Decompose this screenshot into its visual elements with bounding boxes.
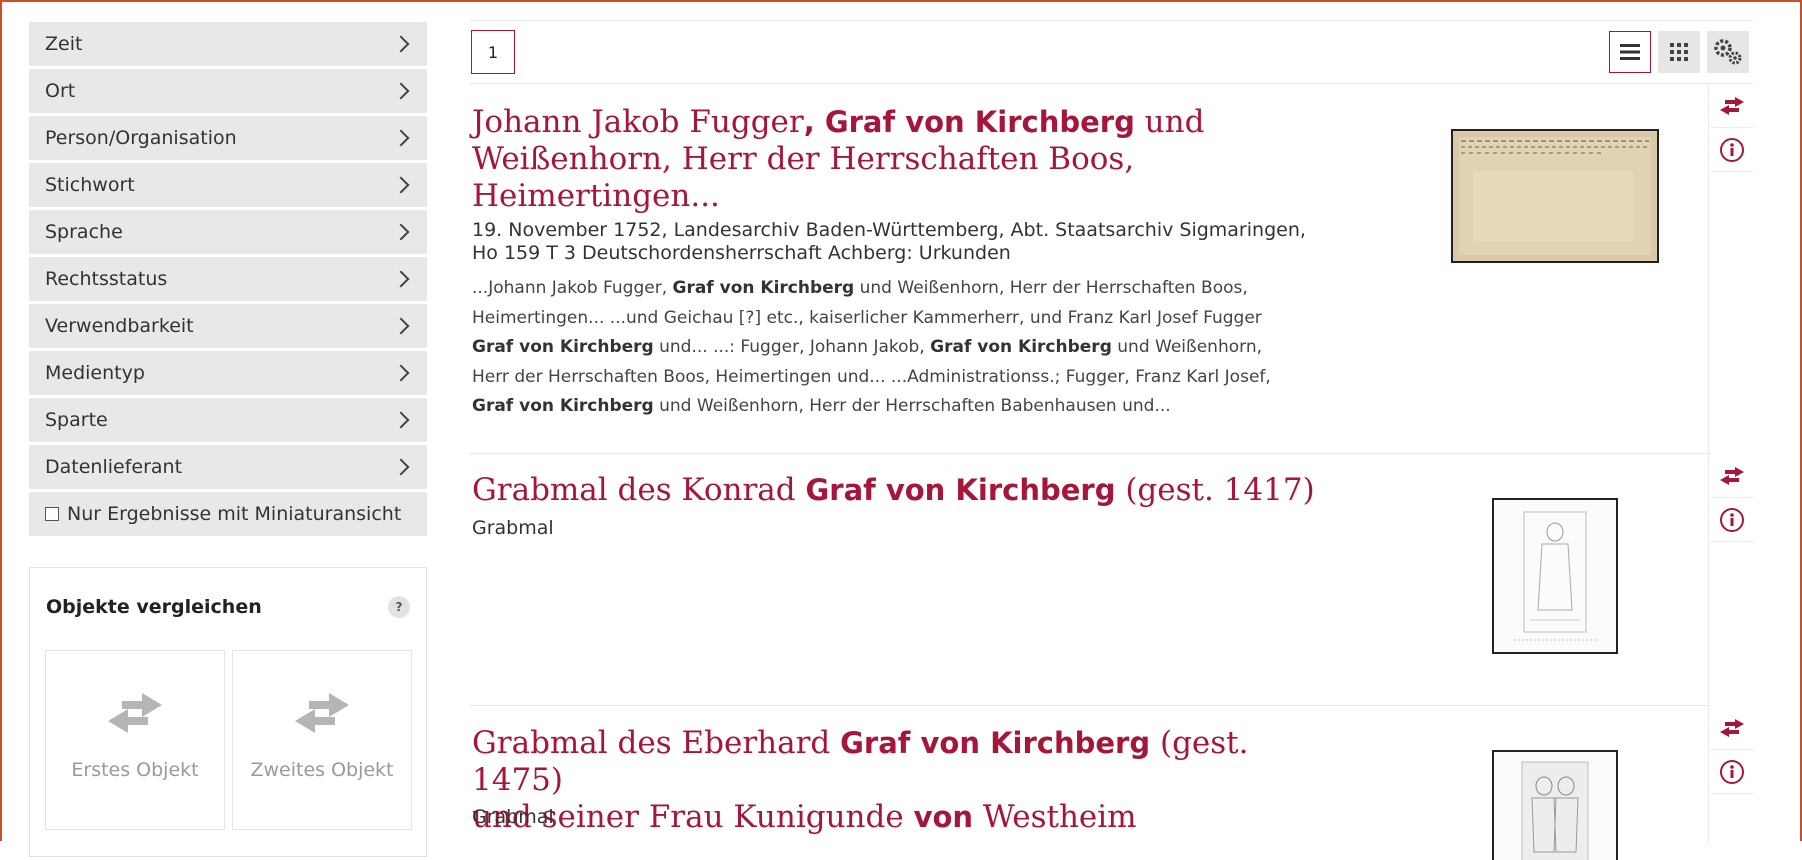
tomb-drawing-image	[1494, 500, 1616, 652]
chevron-right-icon	[392, 129, 410, 147]
result-snippet: ...Johann Jakob Fugger, Graf von Kirchbe…	[472, 274, 1292, 422]
title-text: Johann Jakob Fugger	[472, 104, 804, 140]
result-thumbnail[interactable]	[1451, 129, 1659, 263]
snippet-highlight: Graf von Kirchberg	[930, 337, 1112, 357]
facet-stichwort[interactable]: Stichwort	[29, 163, 427, 207]
chevron-right-icon	[392, 411, 410, 429]
facet-label: Datenlieferant	[45, 456, 183, 478]
thumbnail-filter-checkbox[interactable]	[45, 507, 59, 521]
chevron-right-icon	[392, 270, 410, 288]
result-thumbnail[interactable]	[1492, 750, 1618, 860]
compare-arrows-icon	[1720, 96, 1744, 115]
info-icon	[1720, 137, 1744, 162]
compare-slot-second-label: Zweites Objekt	[250, 759, 394, 781]
settings-icon	[1714, 39, 1742, 65]
list-view-icon	[1620, 44, 1640, 60]
compare-button[interactable]	[1710, 706, 1754, 750]
thumbnail-filter-label: Nur Ergebnisse mit Miniaturansicht	[67, 503, 402, 525]
list-view-button[interactable]	[1609, 31, 1651, 73]
result-actions	[1710, 454, 1754, 542]
snippet-highlight: Graf von Kirchberg	[472, 396, 654, 416]
compare-arrows-icon	[108, 693, 162, 733]
info-icon	[1720, 759, 1744, 784]
result-title[interactable]: Grabmal des Konrad Graf von Kirchberg (g…	[472, 472, 1322, 509]
facet-sparte[interactable]: Sparte	[29, 398, 427, 442]
facet-sprache[interactable]: Sprache	[29, 210, 427, 254]
compare-objects-panel: Objekte vergleichen ? Erstes Objekt Zwei…	[29, 567, 427, 857]
facet-label: Rechtsstatus	[45, 268, 168, 290]
facet-label: Medientyp	[45, 362, 145, 384]
facet-zeit[interactable]: Zeit	[29, 22, 427, 66]
title-text: Grabmal des Konrad	[472, 472, 806, 508]
result-item: Grabmal des Konrad Graf von Kirchberg (g…	[470, 454, 1710, 706]
title-text: (gest. 1417)	[1115, 472, 1315, 508]
facet-label: Stichwort	[45, 174, 135, 196]
chevron-right-icon	[392, 35, 410, 53]
compare-slot-first-label: Erstes Objekt	[71, 759, 199, 781]
chevron-right-icon	[392, 176, 410, 194]
chevron-right-icon	[392, 82, 410, 100]
facet-person-organisation[interactable]: Person/Organisation	[29, 116, 427, 160]
grid-view-icon	[1670, 43, 1688, 61]
chevron-right-icon	[392, 317, 410, 335]
grid-view-button[interactable]	[1658, 31, 1700, 73]
result-actions	[1710, 706, 1754, 794]
thumbnail-filter[interactable]: Nur Ergebnisse mit Miniaturansicht	[29, 492, 427, 536]
compare-button[interactable]	[1710, 454, 1754, 498]
settings-button[interactable]	[1707, 31, 1749, 73]
result-thumbnail[interactable]	[1492, 498, 1618, 654]
result-meta: Grabmal	[472, 517, 554, 539]
facet-ort[interactable]: Ort	[29, 69, 427, 113]
facet-verwendbarkeit[interactable]: Verwendbarkeit	[29, 304, 427, 348]
facet-label: Ort	[45, 80, 76, 102]
info-button[interactable]	[1710, 750, 1754, 794]
facet-label: Zeit	[45, 33, 83, 55]
compare-slot-first[interactable]: Erstes Objekt	[45, 650, 225, 830]
compare-slot-second[interactable]: Zweites Objekt	[232, 650, 412, 830]
result-actions	[1710, 84, 1754, 172]
chevron-right-icon	[392, 223, 410, 241]
facet-medientyp[interactable]: Medientyp	[29, 351, 427, 395]
result-title[interactable]: Johann Jakob Fugger, Graf von Kirchberg …	[472, 104, 1322, 215]
info-button[interactable]	[1710, 128, 1754, 172]
title-highlight: Graf von Kirchberg	[840, 726, 1151, 760]
page-number[interactable]: 1	[471, 30, 515, 74]
title-highlight: Graf von Kirchberg	[805, 473, 1116, 507]
chevron-right-icon	[392, 458, 410, 476]
compare-arrows-icon	[1720, 466, 1744, 485]
result-meta: 19. November 1752, Landesarchiv Baden-Wü…	[472, 219, 1306, 264]
result-item: Grabmal des Eberhard Graf von Kirchberg …	[470, 706, 1710, 860]
snippet-text: ...Johann Jakob Fugger,	[472, 278, 673, 298]
result-item: Johann Jakob Fugger, Graf von Kirchberg …	[470, 84, 1710, 454]
title-text: Grabmal des Eberhard	[472, 725, 841, 761]
compare-arrows-icon	[1720, 718, 1744, 737]
facet-label: Person/Organisation	[45, 127, 237, 149]
facet-datenlieferant[interactable]: Datenlieferant	[29, 445, 427, 489]
facet-label: Sprache	[45, 221, 123, 243]
snippet-highlight: Graf von Kirchberg	[472, 337, 654, 357]
compare-title: Objekte vergleichen	[46, 596, 262, 618]
info-icon	[1720, 507, 1744, 532]
tomb-drawing-image	[1494, 752, 1616, 860]
snippet-highlight: Graf von Kirchberg	[672, 278, 855, 298]
help-icon[interactable]: ?	[388, 596, 410, 618]
info-button[interactable]	[1710, 498, 1754, 542]
facet-rechtsstatus[interactable]: Rechtsstatus	[29, 257, 427, 301]
facet-label: Sparte	[45, 409, 108, 431]
title-highlight: , Graf von Kirchberg	[803, 105, 1135, 139]
snippet-text: und... ...: Fugger, Johann Jakob,	[653, 337, 931, 357]
result-meta: Grabmal	[472, 806, 554, 828]
results-toolbar: 1	[470, 20, 1753, 84]
facet-sidebar: Zeit Ort Person/Organisation Stichwort S…	[29, 22, 427, 536]
document-scan-image	[1453, 131, 1657, 261]
snippet-text: und Weißenhorn, Herr der Herrschaften Ba…	[653, 396, 1171, 416]
compare-arrows-icon	[295, 693, 349, 733]
compare-button[interactable]	[1710, 84, 1754, 128]
chevron-right-icon	[392, 364, 410, 382]
facet-label: Verwendbarkeit	[45, 315, 194, 337]
